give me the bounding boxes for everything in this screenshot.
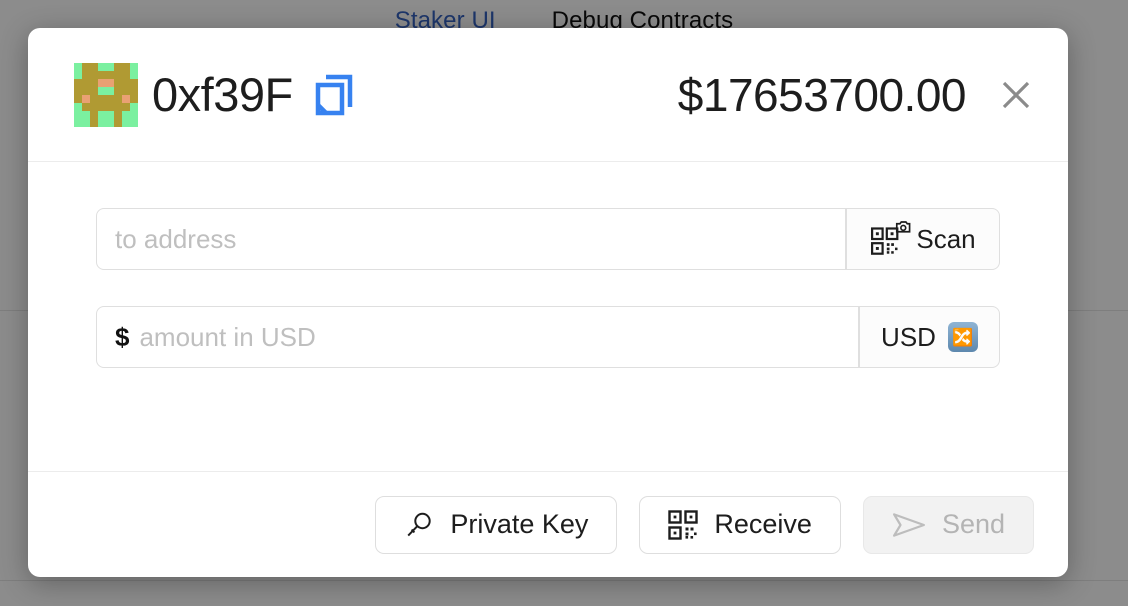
blockie-cell-2-5: [114, 78, 122, 87]
amount-input[interactable]: [139, 321, 840, 353]
blockie-cell-5-0: [74, 102, 82, 111]
amount-field[interactable]: $: [96, 306, 859, 368]
private-key-button-label: Private Key: [450, 509, 589, 539]
blockie-cell-4-2: [90, 94, 98, 103]
send-plane-icon: [892, 510, 926, 540]
receive-button[interactable]: Receive: [639, 495, 841, 554]
modal-body: Scan $ USD 🔀: [28, 162, 1068, 472]
blockie-cell-6-3: [98, 110, 106, 119]
swap-icon: 🔀: [947, 322, 978, 352]
blockie-cell-6-4: [106, 110, 114, 119]
blockie-cell-7-5: [114, 118, 122, 127]
blockie-cell-2-2: [90, 78, 98, 87]
qr-code-icon: [668, 509, 699, 540]
blockie-cell-3-1: [82, 86, 90, 95]
to-address-input[interactable]: [115, 223, 827, 255]
blockie-cell-5-2: [90, 102, 98, 111]
blockie-cell-7-3: [98, 118, 106, 127]
blockie-cell-6-0: [74, 110, 82, 119]
blockie-cell-3-2: [90, 86, 98, 95]
blockie-cell-0-3: [98, 62, 106, 71]
account-balance: $17653700.00: [677, 68, 967, 121]
send-button-label: Send: [941, 509, 1005, 539]
blockie-cell-1-7: [130, 70, 138, 79]
blockie-cell-6-1: [82, 110, 90, 119]
receive-button-label: Receive: [714, 509, 812, 539]
currency-toggle-button[interactable]: USD 🔀: [859, 306, 1000, 368]
blockie-cell-7-4: [106, 118, 114, 127]
blockie-cell-7-7: [130, 118, 138, 127]
blockie-cell-5-1: [82, 102, 90, 111]
blockie-cell-0-0: [74, 62, 82, 71]
blockie-cell-7-1: [82, 118, 90, 127]
modal-footer: Private Key Receive Send: [28, 472, 1068, 577]
account-identity: 0xf39F: [74, 62, 353, 127]
blockie-cell-7-2: [90, 118, 98, 127]
blockie-cell-2-3: [98, 78, 106, 87]
close-icon[interactable]: [988, 67, 1044, 123]
send-button[interactable]: Send: [862, 495, 1034, 554]
blockie-cell-6-2: [90, 110, 98, 119]
blockie-cell-2-0: [74, 78, 82, 87]
blockie-cell-1-5: [114, 70, 122, 79]
key-icon: [404, 510, 434, 540]
blockie-cell-1-0: [74, 70, 82, 79]
private-key-button[interactable]: Private Key: [375, 495, 618, 554]
blockie-cell-6-5: [114, 110, 122, 119]
blockie-cell-3-4: [106, 86, 114, 95]
blockie-cell-4-6: [122, 94, 130, 103]
blockie-cell-2-7: [130, 78, 138, 87]
blockie-cell-0-1: [82, 62, 90, 71]
blockie-cell-2-4: [106, 78, 114, 87]
blockie-cell-4-4: [106, 94, 114, 103]
blockie-cell-5-3: [98, 102, 106, 111]
blockie-cell-3-6: [122, 86, 130, 95]
blockie-cell-7-6: [122, 118, 130, 127]
to-address-row: Scan: [96, 208, 1000, 270]
blockie-cell-1-1: [82, 70, 90, 79]
scan-button-label: Scan: [916, 224, 976, 254]
blockie-cell-2-1: [82, 78, 90, 87]
blockie-cell-4-0: [74, 94, 82, 103]
blockie-cell-5-6: [122, 102, 130, 111]
qr-camera-icon: [870, 220, 912, 258]
blockie-cell-5-5: [114, 102, 122, 111]
blockie-cell-0-7: [130, 62, 138, 71]
blockie-cell-2-6: [122, 78, 130, 87]
modal-header: 0xf39F $17653700.00: [28, 28, 1068, 162]
blockie-avatar: [74, 62, 138, 127]
blockie-cell-4-3: [98, 94, 106, 103]
blockie-cell-7-0: [74, 118, 82, 127]
blockie-cell-6-7: [130, 110, 138, 119]
blockie-cell-3-0: [74, 86, 82, 95]
blockie-cell-6-6: [122, 110, 130, 119]
currency-toggle-label: USD: [881, 322, 936, 352]
amount-row: $ USD 🔀: [96, 306, 1000, 368]
blockie-cell-1-4: [106, 70, 114, 79]
blockie-cell-1-3: [98, 70, 106, 79]
to-address-field[interactable]: [96, 208, 846, 270]
copy-icon[interactable]: [307, 74, 353, 116]
blockie-cell-3-5: [114, 86, 122, 95]
blockie-cell-4-5: [114, 94, 122, 103]
blockie-cell-0-6: [122, 62, 130, 71]
blockie-cell-0-4: [106, 62, 114, 71]
blockie-cell-3-7: [130, 86, 138, 95]
account-address: 0xf39F: [152, 68, 293, 121]
blockie-cell-0-2: [90, 62, 98, 71]
scan-button[interactable]: Scan: [846, 208, 1000, 270]
blockie-cell-1-2: [90, 70, 98, 79]
blockie-cell-5-7: [130, 102, 138, 111]
currency-prefix: $: [115, 321, 130, 352]
blockie-cell-4-1: [82, 94, 90, 103]
blockie-cell-3-3: [98, 86, 106, 95]
blockie-cell-5-4: [106, 102, 114, 111]
blockie-cell-0-5: [114, 62, 122, 71]
wallet-modal: 0xf39F $17653700.00 to address Scan $ am…: [28, 28, 1068, 577]
blockie-cell-1-6: [122, 70, 130, 79]
blockie-cell-4-7: [130, 94, 138, 103]
page-root: Staker UI Debug Contracts 0xf39F $176537…: [0, 0, 1128, 606]
